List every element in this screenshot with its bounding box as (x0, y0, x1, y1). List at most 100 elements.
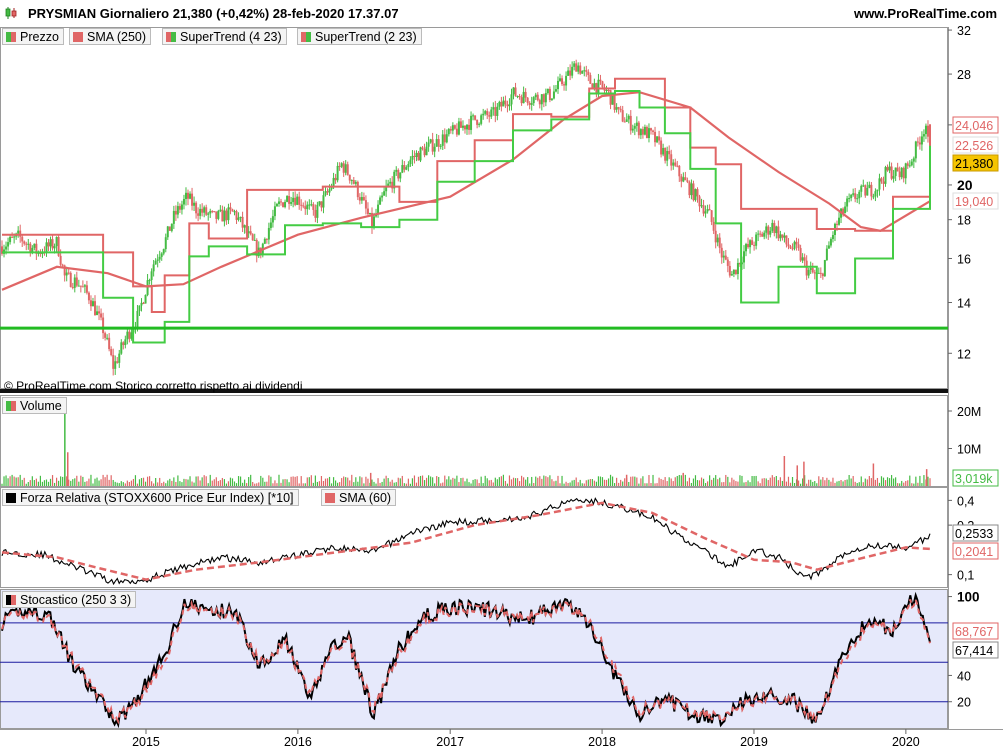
legend-prezzo[interactable]: Prezzo (2, 28, 64, 45)
price-candle (296, 196, 299, 205)
price-candle (894, 167, 897, 177)
price-candle (542, 94, 545, 103)
price-candle (813, 272, 816, 274)
price-candle (900, 167, 903, 178)
price-candle (138, 305, 141, 311)
price-candle (583, 70, 586, 72)
price-candle (195, 202, 198, 214)
price-candle (607, 90, 610, 92)
legend-sma-250[interactable]: SMA (250) (69, 28, 152, 45)
price-candle (769, 230, 772, 235)
price-candle (239, 216, 242, 218)
price-candle (360, 197, 363, 201)
price-candle (51, 239, 54, 249)
price-candle (211, 210, 214, 212)
price-candle (136, 310, 139, 327)
price-candle (785, 235, 788, 245)
price-candle (180, 204, 183, 210)
price-candle (581, 70, 584, 74)
price-candle (77, 285, 80, 287)
price-candle (920, 136, 923, 145)
price-candle (678, 165, 681, 177)
price-candle (263, 238, 266, 244)
legend-supertrend-2-23[interactable]: SuperTrend (2 23) (297, 28, 422, 45)
price-candle (546, 88, 549, 94)
price-candle (381, 195, 384, 198)
price-candle (896, 167, 899, 172)
price-candle (886, 167, 889, 171)
price-candle (510, 94, 513, 105)
price-candle (441, 134, 444, 146)
price-candle (522, 91, 525, 104)
legend-volume[interactable]: Volume (2, 397, 67, 414)
price-candle (918, 142, 921, 145)
price-candle (142, 302, 145, 304)
legend-stocastico[interactable]: Stocastico (250 3 3) (2, 591, 137, 608)
price-candle (356, 181, 359, 198)
price-candle (306, 204, 309, 210)
price-candle (449, 129, 452, 131)
price-candle (619, 108, 622, 111)
price-candle (193, 202, 196, 206)
price-candle (666, 150, 669, 161)
price-candle (253, 239, 256, 241)
price-candle (835, 223, 838, 225)
price-candle (494, 107, 497, 116)
price-candle (61, 264, 64, 266)
price-candle (854, 193, 857, 199)
legend-rs-sma-60[interactable]: SMA (60) (321, 489, 397, 506)
price-candle (65, 272, 68, 276)
price-candle (490, 109, 493, 117)
legend-forza-relativa[interactable]: Forza Relativa (STOXX600 Price Eur Index… (2, 489, 299, 506)
price-candle (805, 260, 808, 276)
price-candle (241, 216, 244, 228)
price-candle (108, 337, 111, 350)
price-candle (488, 115, 491, 117)
legend-supertrend-4-23[interactable]: SuperTrend (4 23) (162, 28, 287, 45)
price-tick-label: 32 (957, 24, 971, 38)
price-candle (856, 198, 859, 200)
price-candle (463, 125, 466, 130)
price-candle (682, 177, 685, 182)
price-candle (94, 301, 97, 316)
supertrend-2-swatch-icon (301, 32, 311, 42)
price-candle (225, 210, 228, 221)
price-candle (269, 222, 272, 228)
price-candle (217, 210, 220, 219)
price-candle (502, 100, 505, 107)
chart-canvas[interactable]: 3228242018161412 © ProRealTime.com Stori… (0, 0, 1003, 753)
price-candle (249, 231, 252, 235)
price-candle (747, 244, 750, 248)
price-candle (585, 70, 588, 72)
price-candle (219, 209, 222, 211)
price-candle (480, 115, 483, 124)
price-candle (354, 181, 357, 184)
price-candle (282, 202, 285, 208)
price-candle (152, 264, 155, 272)
price-candle (654, 131, 657, 143)
price-candle (575, 63, 578, 72)
price-candle (696, 189, 699, 197)
price-candle (912, 158, 915, 162)
price-candle (637, 122, 640, 136)
price-candle (706, 209, 709, 212)
price-candle (868, 184, 871, 188)
price-candle (526, 97, 529, 103)
price-candle (530, 103, 533, 105)
price-candle (660, 140, 663, 155)
price-candle (716, 237, 719, 243)
price-candle (702, 205, 705, 214)
price-candle (451, 125, 454, 131)
price-candle (69, 272, 72, 287)
rs-sma-swatch-icon (325, 493, 335, 503)
price-candle (320, 201, 323, 208)
x-tick-label: 2019 (740, 735, 768, 749)
price-candle (771, 222, 774, 231)
price-candle (288, 195, 291, 204)
price-candle (308, 204, 311, 206)
price-candle (862, 185, 865, 187)
price-candle (645, 126, 648, 139)
price-candle (314, 209, 317, 218)
price-candle (658, 136, 661, 141)
price-candle (203, 207, 206, 213)
